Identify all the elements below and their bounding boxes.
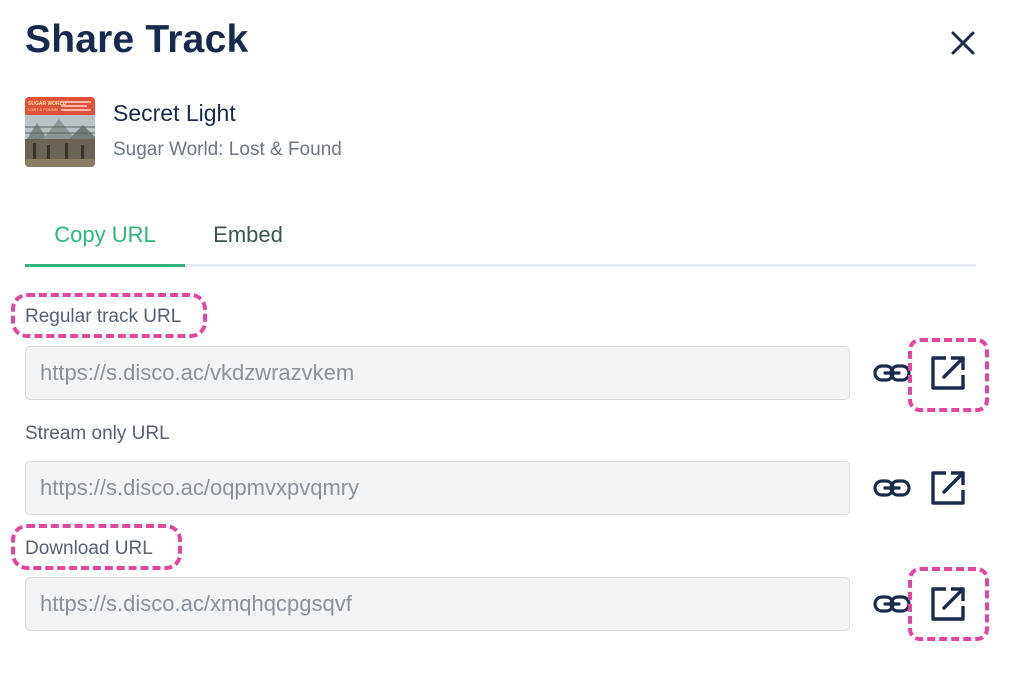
open-regular-url-button[interactable]: [928, 353, 968, 393]
dialog-title: Share Track: [25, 18, 249, 61]
track-album: Sugar World: Lost & Found: [113, 139, 342, 160]
stream-url-label: Stream only URL: [25, 423, 170, 444]
tab-copy-url[interactable]: Copy URL: [25, 214, 185, 267]
open-external-icon: [931, 471, 965, 505]
copy-download-url-button[interactable]: [872, 584, 912, 624]
copy-regular-url-button[interactable]: [872, 353, 912, 393]
share-track-dialog: Share Track SUGAR WORLD LOST & FOUND Sec…: [0, 0, 1015, 673]
open-external-icon: [931, 356, 965, 390]
link-icon: [873, 364, 911, 382]
link-icon: [873, 479, 911, 497]
open-external-icon: [931, 587, 965, 621]
close-icon: [951, 31, 975, 55]
download-url-input[interactable]: [25, 577, 850, 631]
tab-embed[interactable]: Embed: [195, 214, 301, 264]
link-icon: [873, 595, 911, 613]
cover-subtitle: LOST & FOUND: [28, 107, 58, 112]
stream-url-input[interactable]: [25, 461, 850, 515]
album-cover: SUGAR WORLD LOST & FOUND: [25, 97, 95, 167]
regular-url-input[interactable]: [25, 346, 850, 400]
track-name: Secret Light: [113, 100, 236, 126]
open-download-url-button[interactable]: [928, 584, 968, 624]
open-stream-url-button[interactable]: [928, 468, 968, 508]
close-button[interactable]: [944, 24, 982, 62]
download-url-label: Download URL: [25, 538, 153, 559]
copy-stream-url-button[interactable]: [872, 468, 912, 508]
regular-url-label: Regular track URL: [25, 306, 182, 327]
share-tabs: Copy URL Embed: [25, 214, 976, 267]
